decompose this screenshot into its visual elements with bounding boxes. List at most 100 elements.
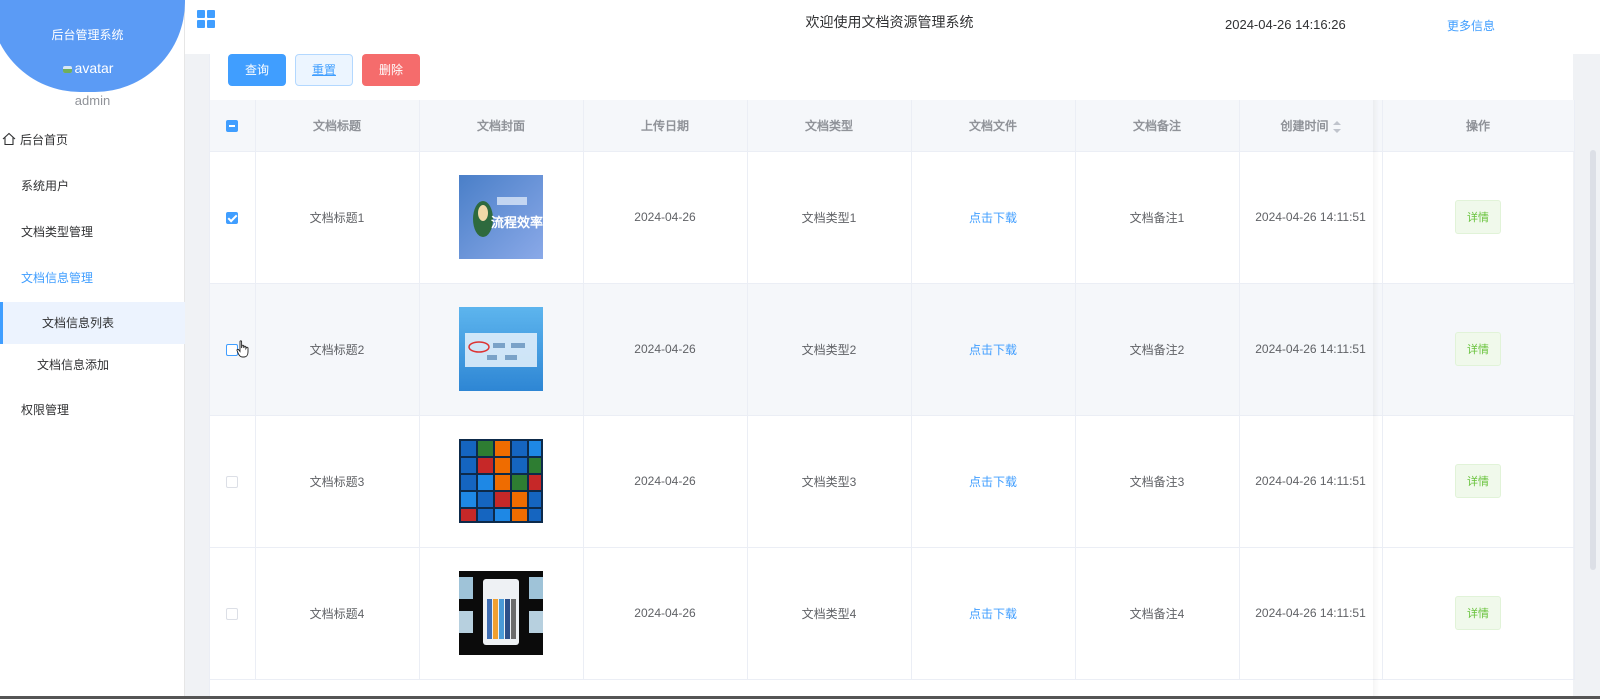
- sidebar-item-users[interactable]: 系统用户: [0, 164, 185, 208]
- doc-table: 文档标题 文档封面 上传日期 文档类型 文档文件 文档备注 创建时间 操作 文档…: [210, 100, 1575, 680]
- username: admin: [74, 93, 111, 108]
- sidebar-item-label: 权限管理: [21, 403, 70, 417]
- avatar: avatar: [0, 60, 185, 76]
- reset-button[interactable]: 重置: [295, 54, 353, 86]
- column-header: 文档类型: [747, 100, 912, 152]
- doc-cover-image[interactable]: [459, 439, 543, 523]
- doc-note: 文档备注4: [1075, 547, 1240, 680]
- doc-type: 文档类型3: [747, 415, 912, 548]
- file-cell: 点击下载: [911, 415, 1076, 548]
- more-info-link[interactable]: 更多信息: [1447, 17, 1495, 34]
- query-button[interactable]: 查询: [228, 54, 286, 86]
- select-all-checkbox[interactable]: [226, 120, 239, 133]
- row-checkbox[interactable]: [226, 475, 239, 488]
- upload-date: 2024-04-26: [583, 151, 748, 284]
- sidebar-item-doc-list[interactable]: 文档信息列表: [0, 302, 185, 344]
- cover-caption: 流程效率: [491, 215, 543, 231]
- download-link[interactable]: 点击下载: [969, 475, 1017, 489]
- column-header: 上传日期: [583, 100, 748, 152]
- cover-cell: 流程效率: [419, 151, 584, 284]
- main-card: 查询 重置 删除 文档标题 文档封面 上传日期 文档类型 文档文件 文档备注 创…: [209, 54, 1575, 699]
- select-cell: [210, 283, 256, 416]
- sidebar-item-label: 文档信息列表: [42, 316, 115, 330]
- doc-title: 文档标题3: [255, 415, 420, 548]
- cover-cell: [419, 547, 584, 680]
- download-link[interactable]: 点击下载: [969, 211, 1017, 225]
- select-cell: [210, 151, 256, 284]
- home-icon: [2, 132, 16, 146]
- select-cell: [210, 547, 256, 680]
- table-row: 文档标题4 2024-04-26 文档类型4 点击下载 文档备注4 2024-0…: [210, 547, 1575, 680]
- brand-title: 后台管理系统: [51, 28, 124, 42]
- created-time: 2024-04-26 14:11:51: [1239, 151, 1383, 284]
- broken-image-icon: [62, 63, 74, 74]
- column-header: 文档备注: [1075, 100, 1240, 152]
- upload-date: 2024-04-26: [583, 415, 748, 548]
- sidebar: 后台管理系统 avatar admin 后台首页 系统用户 文档类型管理 文档信…: [0, 0, 185, 699]
- table-row: 文档标题2 2024-04-26 文档类型2 点击下载 文档备注2 2024-0…: [210, 283, 1575, 416]
- header-datetime: 2024-04-26 14:16:26: [1225, 17, 1346, 32]
- action-cell: 详情: [1382, 547, 1575, 680]
- doc-note: 文档备注1: [1075, 151, 1240, 284]
- select-all-cell: [210, 100, 256, 152]
- sidebar-item-label: 文档信息管理: [21, 271, 94, 285]
- row-checkbox[interactable]: [226, 211, 239, 224]
- sidebar-item-label: 文档类型管理: [21, 225, 94, 239]
- detail-button[interactable]: 详情: [1455, 464, 1501, 498]
- header-title: 欢迎使用文档资源管理系统: [805, 14, 974, 30]
- sidebar-item-doc-info[interactable]: 文档信息管理: [0, 256, 185, 300]
- doc-note: 文档备注2: [1075, 283, 1240, 416]
- doc-cover-image[interactable]: [459, 307, 543, 391]
- doc-type: 文档类型4: [747, 547, 912, 680]
- doc-title: 文档标题4: [255, 547, 420, 680]
- sort-caret-icon[interactable]: [1332, 120, 1341, 133]
- sidebar-item-label: 文档信息添加: [37, 358, 110, 372]
- sidebar-item-doc-add[interactable]: 文档信息添加: [0, 344, 185, 386]
- doc-cover-image[interactable]: [459, 571, 543, 655]
- column-header: 文档文件: [911, 100, 1076, 152]
- doc-note: 文档备注3: [1075, 415, 1240, 548]
- created-time: 2024-04-26 14:11:51: [1239, 283, 1383, 416]
- sidebar-item-label: 后台首页: [20, 133, 69, 147]
- sidebar-item-label: 系统用户: [21, 179, 70, 193]
- doc-title: 文档标题1: [255, 151, 420, 284]
- upload-date: 2024-04-26: [583, 283, 748, 416]
- download-link[interactable]: 点击下载: [969, 607, 1017, 621]
- column-header: 操作: [1382, 100, 1575, 152]
- avatar-alt-text: avatar: [74, 60, 114, 76]
- delete-button[interactable]: 删除: [362, 54, 420, 86]
- download-link[interactable]: 点击下载: [969, 343, 1017, 357]
- doc-type: 文档类型2: [747, 283, 912, 416]
- file-cell: 点击下载: [911, 151, 1076, 284]
- column-header-label: 创建时间: [1280, 118, 1329, 133]
- table-row: 文档标题3 2024-04-26 文档类型3 点击下载 文档备注3 2024-0…: [210, 415, 1575, 548]
- select-cell: [210, 415, 256, 548]
- hand-cursor-icon: [236, 339, 249, 357]
- detail-button[interactable]: 详情: [1455, 332, 1501, 366]
- upload-date: 2024-04-26: [583, 547, 748, 680]
- action-cell: 详情: [1382, 283, 1575, 416]
- table-header-row: 文档标题 文档封面 上传日期 文档类型 文档文件 文档备注 创建时间 操作: [210, 100, 1575, 152]
- doc-type: 文档类型1: [747, 151, 912, 284]
- page-scrollbar[interactable]: [1590, 150, 1596, 570]
- sidebar-item-doc-types[interactable]: 文档类型管理: [0, 210, 185, 254]
- column-header: 文档标题: [255, 100, 420, 152]
- top-header: 欢迎使用文档资源管理系统 2024-04-26 14:16:26 更多信息: [185, 0, 1600, 54]
- doc-title: 文档标题2: [255, 283, 420, 416]
- row-checkbox[interactable]: [226, 607, 239, 620]
- cover-cell: [419, 415, 584, 548]
- doc-cover-image[interactable]: 流程效率: [459, 175, 543, 259]
- created-time: 2024-04-26 14:11:51: [1239, 415, 1383, 548]
- detail-button[interactable]: 详情: [1455, 200, 1501, 234]
- sidebar-item-permissions[interactable]: 权限管理: [0, 388, 185, 432]
- fixed-column-shadow: [1373, 100, 1379, 699]
- brand-header: 后台管理系统 avatar: [0, 0, 185, 92]
- column-header-sortable[interactable]: 创建时间: [1239, 100, 1383, 152]
- file-cell: 点击下载: [911, 283, 1076, 416]
- sidebar-item-home[interactable]: 后台首页: [0, 118, 185, 162]
- cover-cell: [419, 283, 584, 416]
- detail-button[interactable]: 详情: [1455, 596, 1501, 630]
- action-cell: 详情: [1382, 151, 1575, 284]
- file-cell: 点击下载: [911, 547, 1076, 680]
- column-header: 文档封面: [419, 100, 584, 152]
